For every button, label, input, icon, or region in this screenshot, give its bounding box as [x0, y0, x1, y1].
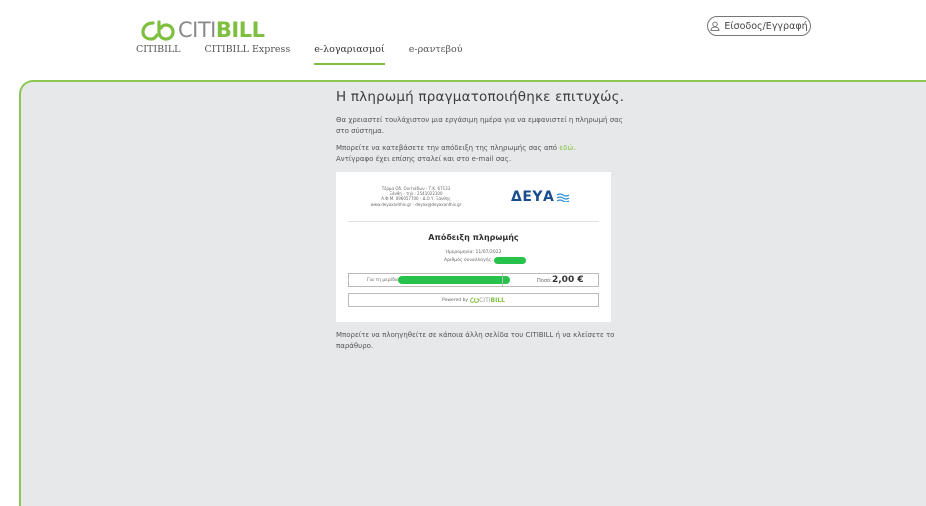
nav-e-rantevou[interactable]: e-ραντεβού: [409, 44, 463, 65]
receipt-divider: [348, 221, 599, 222]
redaction-mark: [493, 257, 526, 264]
receipt-preview: Τέρμα Οδ. Οιντιάδων - Τ.Κ. 67133 Ξάνθη -…: [336, 172, 611, 322]
provider-logo-text: ΔΕΥΑ: [511, 189, 555, 205]
download-text-before: Μπορείτε να κατεβάσετε την απόδειξη της …: [336, 144, 560, 152]
citibill-logo-icon: [141, 20, 175, 41]
page-title: Η πληρωμή πραγματοποιήθηκε επιτυχώς.: [336, 89, 625, 105]
payment-result: Η πληρωμή πραγματοποιήθηκε επιτυχώς. Θα …: [336, 89, 626, 171]
amount-value: 2,00 €: [552, 275, 584, 285]
mini-logo-thin: CITI: [479, 296, 491, 304]
wave-icon: [557, 193, 570, 202]
receipt-title: Απόδειξη πληρωμής: [428, 233, 519, 242]
citibill-logo[interactable]: CITIBILL: [141, 18, 265, 42]
header: CITIBILL CITIBILL CITIBILL Express e-λογ…: [0, 0, 926, 74]
nav-citibill-express[interactable]: CITIBILL Express: [204, 44, 290, 65]
account-label-text: Για τη μερίδα: [367, 278, 398, 283]
receipt-transaction: Αριθμός συναλλαγής:: [444, 257, 526, 264]
download-text: Μπορείτε να κατεβάσετε την απόδειξη της …: [336, 143, 626, 164]
redaction-mark: [397, 276, 510, 284]
citibill-mini-logo-icon: [470, 297, 480, 303]
provider-logo: ΔΕΥΑ: [511, 189, 572, 205]
receipt-date: Ημερομηνία: 11/07/2022: [445, 250, 502, 255]
powered-by-label: Powered by: [442, 297, 469, 303]
logo-text: CITIBILL: [178, 18, 265, 42]
info-text: Θα χρειαστεί τουλάχιστον μια εργάσιμη ημ…: [336, 116, 623, 135]
provider-address: Τέρμα Οδ. Οιντιάδων - Τ.Κ. 67133 Ξάνθη -…: [356, 186, 476, 207]
amount-divider: [502, 274, 503, 286]
login-register-label: Είσοδος/Εγγραφή: [724, 20, 808, 32]
amount-row: Για τη μερίδα Ποσό: 2,00 €: [348, 273, 599, 287]
user-icon: [710, 21, 720, 31]
nav-e-logariasmoi[interactable]: e-λογαριασμοί: [314, 44, 385, 65]
download-receipt-link[interactable]: εδώ.: [559, 144, 575, 152]
address-line: www.deyaxanthis.gr - deyax@deyaxanthis.g…: [370, 201, 462, 207]
account-label: Για τη μερίδα: [367, 276, 510, 284]
main-nav: CITIBILL CITIBILL Express e-λογαριασμοί …: [136, 44, 487, 65]
navigation-hint: Μπορείτε να πλοηγηθείτε σε κάποια άλλη σ…: [336, 331, 615, 350]
mini-logo-bold: BILL: [490, 296, 505, 304]
nav-citibill[interactable]: CITIBILL: [136, 44, 180, 65]
powered-by-row: Powered by CITI BILL: [348, 293, 599, 307]
citibill-mini-logo: CITI BILL: [470, 297, 505, 304]
transaction-label: Αριθμός συναλλαγής:: [444, 258, 493, 263]
email-text: Αντίγραφο έχει επίσης σταλεί και στο e-m…: [336, 154, 512, 163]
amount-key: Ποσό:: [537, 278, 552, 284]
login-register-button[interactable]: Είσοδος/Εγγραφή: [707, 16, 811, 36]
